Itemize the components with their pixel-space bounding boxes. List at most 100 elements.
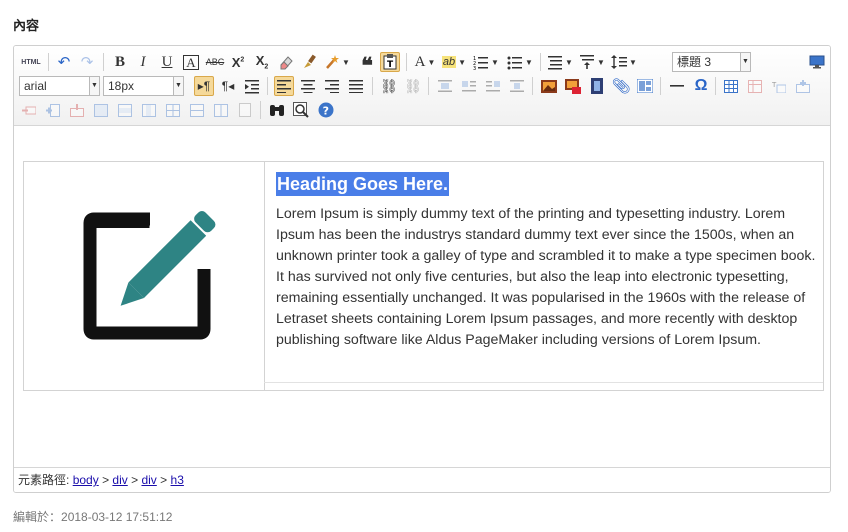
paragraph-format-select[interactable]: 標題 3 ▼ xyxy=(672,52,751,72)
font-size-select[interactable]: 18px ▼ xyxy=(103,76,184,96)
merge-down-button[interactable] xyxy=(139,100,159,120)
image-center-button[interactable] xyxy=(507,76,527,96)
path-link-div[interactable]: div xyxy=(112,473,127,487)
attachment-button[interactable]: 📎︎ xyxy=(611,76,631,96)
find-replace-button[interactable] xyxy=(267,100,287,120)
direction-rtl-button[interactable]: ¶◂ xyxy=(218,76,238,96)
align-justify-button[interactable] xyxy=(346,76,366,96)
delete-column-button[interactable] xyxy=(67,100,87,120)
background-color-button[interactable]: ab ▼ xyxy=(441,52,467,72)
path-separator: > xyxy=(102,473,110,487)
align-right-icon xyxy=(325,80,339,93)
split-to-cells-button[interactable] xyxy=(163,100,183,120)
clipboard-icon: T xyxy=(383,54,397,70)
font-family-select[interactable]: arial ▼ xyxy=(19,76,100,96)
font-color-button[interactable]: A ▼ xyxy=(412,52,438,72)
image-center-icon xyxy=(510,80,524,92)
svg-text:?: ? xyxy=(323,105,329,118)
horizontal-rule-button[interactable] xyxy=(667,76,687,96)
page-break-button[interactable] xyxy=(235,100,255,120)
format-match-button[interactable] xyxy=(300,52,320,72)
remove-format-button[interactable] xyxy=(276,52,296,72)
split-to-cols-button[interactable] xyxy=(211,100,231,120)
help-button[interactable]: ? xyxy=(316,100,336,120)
merge-cells-icon xyxy=(94,103,108,117)
content-paragraph[interactable]: Lorem Ipsum is simply dummy text of the … xyxy=(276,204,821,351)
image-icon xyxy=(541,79,557,93)
insert-column-icon xyxy=(46,103,60,117)
bold-icon: B xyxy=(114,53,125,70)
delete-table-button[interactable] xyxy=(745,76,765,96)
ordered-list-button[interactable]: 1 2 3 ▼ xyxy=(472,52,500,72)
italic-button[interactable]: I xyxy=(133,52,153,72)
delete-row-icon xyxy=(22,106,36,114)
page-icon xyxy=(239,103,251,117)
row-spacing-top-icon xyxy=(548,56,563,70)
undo-button[interactable]: ↶ xyxy=(54,52,74,72)
bold-button[interactable]: B xyxy=(110,52,130,72)
insert-image-button[interactable] xyxy=(539,76,559,96)
insert-row-button[interactable] xyxy=(793,76,813,96)
help-icon: ? xyxy=(318,102,334,118)
split-to-rows-button[interactable] xyxy=(187,100,207,120)
content-heading[interactable]: Heading Goes Here. xyxy=(276,172,450,196)
image-cell xyxy=(24,162,265,390)
direction-ltr-button[interactable]: ▸¶ xyxy=(194,76,214,96)
insert-paragraph-before-table-button[interactable]: T xyxy=(769,76,789,96)
blockquote-button[interactable]: ❝ xyxy=(357,52,377,77)
superscript-button[interactable]: X2 xyxy=(228,52,248,72)
align-left-button[interactable] xyxy=(274,76,294,96)
font-border-button[interactable]: A xyxy=(181,52,201,72)
merge-right-button[interactable] xyxy=(115,100,135,120)
image-none-button[interactable] xyxy=(435,76,455,96)
path-link-h3[interactable]: h3 xyxy=(171,473,184,487)
link-icon: ⛓ xyxy=(380,77,398,94)
merge-cells-button[interactable] xyxy=(91,100,111,120)
special-chars-button[interactable]: Ω xyxy=(691,76,711,96)
path-link-body[interactable]: body xyxy=(73,473,99,487)
unlink-button[interactable]: ⛓ xyxy=(403,76,423,96)
redo-button[interactable]: ↷ xyxy=(77,52,97,72)
format-brush-icon xyxy=(304,54,316,68)
delete-row-button[interactable] xyxy=(19,100,39,120)
edited-time: 2018-03-12 17:51:12 xyxy=(61,510,173,524)
line-height-button[interactable]: ▼ xyxy=(610,52,638,72)
image-right-button[interactable] xyxy=(483,76,503,96)
subscript-button[interactable]: X2 xyxy=(252,52,272,72)
indent-button[interactable] xyxy=(242,76,262,96)
strikethrough-button[interactable]: ABC xyxy=(205,52,225,72)
underline-button[interactable]: U xyxy=(157,52,177,72)
row-spacing-bottom-icon xyxy=(580,55,595,69)
font-family-value: arial xyxy=(24,79,47,93)
link-button[interactable]: ⛓ xyxy=(379,76,399,96)
fullscreen-button[interactable] xyxy=(807,52,827,72)
paste-plain-button[interactable]: T xyxy=(380,52,400,72)
insert-multi-image-button[interactable] xyxy=(563,76,583,96)
insert-table-button[interactable] xyxy=(721,76,741,96)
editor-content-area[interactable]: Heading Goes Here. Lorem Ipsum is simply… xyxy=(14,126,830,469)
template-button[interactable] xyxy=(635,76,655,96)
section-title: 內容 xyxy=(13,18,40,33)
unordered-list-button[interactable]: ▼ xyxy=(506,52,534,72)
image-left-button[interactable] xyxy=(459,76,479,96)
horizontal-rule-icon xyxy=(670,85,684,87)
paragraph-format-value: 標題 3 xyxy=(677,55,712,69)
edit-pencil-icon xyxy=(83,210,216,340)
delete-table-icon xyxy=(748,79,762,93)
rtl-icon: ¶◂ xyxy=(221,79,235,93)
insert-column-button[interactable] xyxy=(43,100,63,120)
text-cell[interactable]: Heading Goes Here. Lorem Ipsum is simply… xyxy=(276,172,821,351)
path-separator: > xyxy=(131,473,139,487)
source-html-button[interactable]: HTML xyxy=(19,52,43,72)
align-center-button[interactable] xyxy=(298,76,318,96)
auto-typeset-button[interactable]: ▼ xyxy=(323,52,351,72)
row-spacing-bottom-button[interactable]: ▼ xyxy=(578,52,606,72)
preview-button[interactable] xyxy=(291,100,311,120)
row-spacing-top-button[interactable]: ▼ xyxy=(546,52,574,72)
path-link-div[interactable]: div xyxy=(141,473,156,487)
insert-video-button[interactable] xyxy=(587,76,607,96)
editor-toolbar: HTML ↶ ↷ B I U A ABC X2 X2 ▼ ❝ T A ▼ ab ▼ … xyxy=(14,46,830,126)
film-icon xyxy=(591,78,603,94)
chevron-down-icon: ▼ xyxy=(89,77,99,95)
align-right-button[interactable] xyxy=(322,76,342,96)
